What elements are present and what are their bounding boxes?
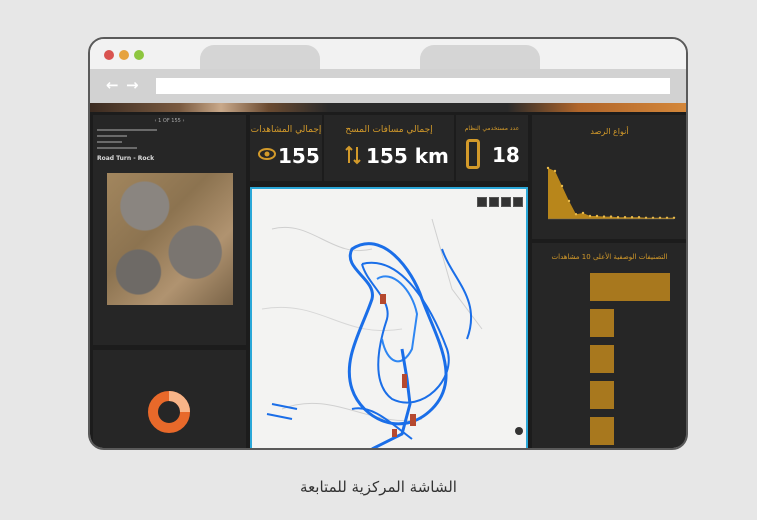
bar bbox=[590, 381, 614, 409]
observation-types-title: أنواع الرصد bbox=[590, 127, 629, 136]
kpi-distance: إجمالي مسافات المسح 155 km bbox=[324, 115, 454, 181]
browser-tab-1[interactable] bbox=[200, 45, 320, 69]
area-point bbox=[553, 169, 557, 173]
phone-icon bbox=[466, 139, 480, 172]
area-point bbox=[609, 215, 613, 218]
top-classifications-title: التصنيفات الوصفية الأعلى 10 مشاهدات bbox=[551, 253, 668, 261]
map-tracks bbox=[261, 218, 483, 448]
area-point bbox=[567, 199, 571, 203]
browser-window: ← → ‹ 1 OF 155 › Road Turn - Rock إجمالي… bbox=[88, 37, 688, 450]
eye-icon bbox=[258, 145, 276, 166]
map-locate-button[interactable] bbox=[515, 427, 523, 435]
kpi-distance-label: إجمالي مسافات المسح bbox=[345, 125, 433, 135]
area-point bbox=[616, 216, 620, 219]
header-banner bbox=[90, 103, 686, 112]
kpi-users-label: عدد مستخدمي النظام bbox=[464, 125, 520, 132]
top-classifications-chart bbox=[532, 273, 686, 448]
donut-chart bbox=[148, 391, 190, 433]
kpi-views-value: 155 bbox=[278, 144, 320, 168]
bar bbox=[590, 345, 614, 373]
area-point bbox=[588, 214, 592, 218]
area-point bbox=[623, 216, 627, 219]
observation-types-panel: أنواع الرصد bbox=[532, 115, 686, 239]
area-series bbox=[548, 168, 674, 219]
top-classifications-panel: التصنيفات الوصفية الأعلى 10 مشاهدات bbox=[532, 243, 686, 448]
area-point bbox=[665, 216, 669, 219]
route-icon bbox=[344, 145, 362, 168]
kpi-distance-value: 155 km bbox=[366, 144, 449, 168]
observation-photo bbox=[107, 173, 233, 305]
area-point bbox=[658, 216, 662, 219]
pager[interactable]: ‹ 1 OF 155 › bbox=[93, 118, 246, 124]
map-zoom-in-button[interactable] bbox=[477, 197, 487, 207]
kpi-users: عدد مستخدمي النظام 18 bbox=[456, 115, 528, 181]
area-point bbox=[637, 216, 641, 219]
map-fullscreen-button[interactable] bbox=[513, 197, 523, 207]
kpi-views-label: إجمالي المشاهدات bbox=[250, 125, 322, 135]
maximize-window-button[interactable] bbox=[134, 50, 144, 60]
area-point bbox=[602, 215, 606, 218]
area-point bbox=[546, 166, 550, 170]
kpi-users-value: 18 bbox=[492, 143, 520, 167]
dashboard-screenshot: ‹ 1 OF 155 › Road Turn - Rock إجمالي الم… bbox=[90, 103, 686, 448]
area-point bbox=[651, 216, 655, 219]
map-zoom-out-button[interactable] bbox=[489, 197, 499, 207]
observation-heading: Road Turn - Rock bbox=[97, 155, 155, 162]
area-point bbox=[672, 216, 676, 219]
area-point bbox=[644, 216, 648, 219]
map-view[interactable] bbox=[250, 187, 528, 448]
kpi-views: إجمالي المشاهدات 155 bbox=[250, 115, 322, 181]
navigation-bar: ← → bbox=[90, 69, 686, 103]
area-point bbox=[560, 184, 564, 188]
back-arrow-icon[interactable]: ← bbox=[106, 75, 119, 95]
bar bbox=[590, 417, 614, 445]
bar bbox=[590, 273, 670, 301]
address-bar[interactable] bbox=[156, 78, 670, 94]
figure-caption: الشاشة المركزية للمتابعة bbox=[300, 478, 457, 496]
area-point bbox=[630, 216, 634, 219]
observation-detail-panel: ‹ 1 OF 155 › Road Turn - Rock bbox=[93, 115, 246, 345]
donut-panel bbox=[93, 350, 246, 448]
title-bar bbox=[90, 39, 686, 69]
close-window-button[interactable] bbox=[104, 50, 114, 60]
bar bbox=[590, 309, 614, 337]
browser-tab-2[interactable] bbox=[420, 45, 540, 69]
area-point bbox=[574, 213, 578, 216]
forward-arrow-icon[interactable]: → bbox=[126, 75, 139, 95]
area-point bbox=[595, 214, 599, 218]
minimize-window-button[interactable] bbox=[119, 50, 129, 60]
area-point bbox=[581, 211, 585, 215]
map-layers-button[interactable] bbox=[501, 197, 511, 207]
